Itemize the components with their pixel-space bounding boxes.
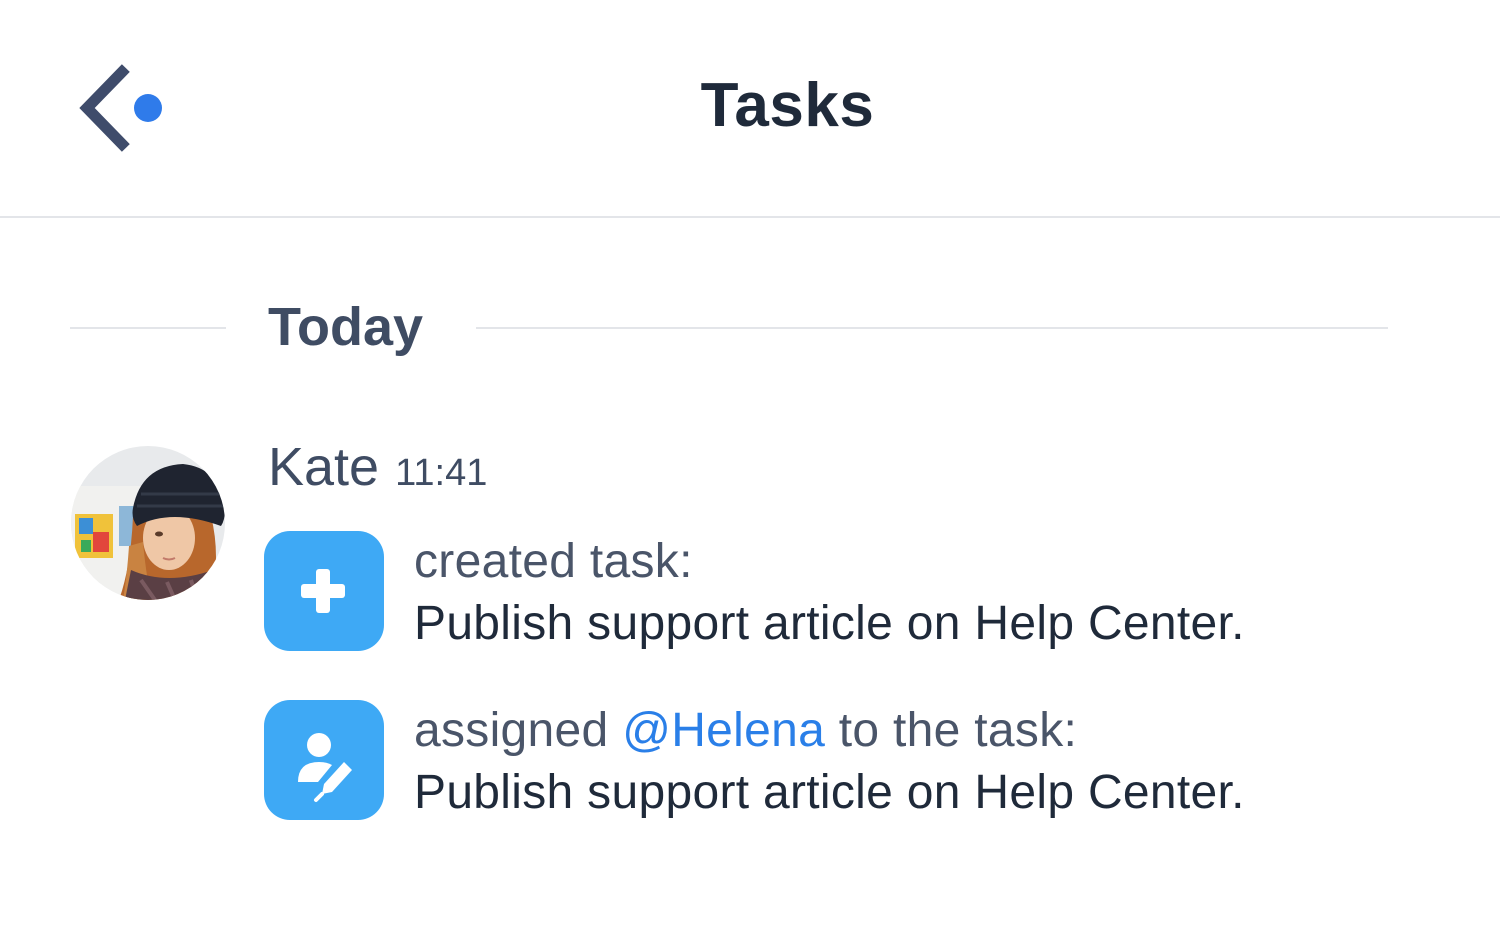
divider-line — [70, 327, 226, 329]
avatar[interactable] — [71, 446, 225, 600]
user-mention[interactable]: @Helena — [622, 704, 825, 757]
activity-text: created task: Publish support article on… — [414, 531, 1245, 655]
message-time: 11:41 — [395, 452, 488, 494]
day-label: Today — [268, 297, 424, 357]
activity-text: assigned @Helena to the task: Publish su… — [414, 700, 1245, 824]
task-link[interactable]: Publish support article on Help Center. — [414, 593, 1245, 655]
page-title: Tasks — [700, 71, 875, 140]
action-prefix: assigned — [414, 704, 609, 757]
avatar-photo — [71, 446, 225, 600]
activity-item: created task: Publish support article on… — [264, 531, 1414, 651]
assign-user-icon — [264, 700, 384, 820]
activity-action: created task: — [414, 535, 693, 588]
action-suffix: to the task: — [838, 704, 1078, 757]
divider-line — [476, 327, 1388, 329]
author-name[interactable]: Kate — [268, 437, 379, 497]
day-divider: Today — [70, 290, 1388, 366]
tasks-screen: Tasks Today Kate 11:41 created task: Pub… — [0, 0, 1500, 928]
add-task-icon — [264, 531, 384, 651]
activity-action: assigned @Helena to the task: — [414, 700, 1245, 762]
author-line: Kate 11:41 — [268, 432, 487, 502]
task-link[interactable]: Publish support article on Help Center. — [414, 762, 1245, 824]
header-bar: Tasks — [0, 0, 1500, 218]
activity-item: assigned @Helena to the task: Publish su… — [264, 700, 1414, 820]
